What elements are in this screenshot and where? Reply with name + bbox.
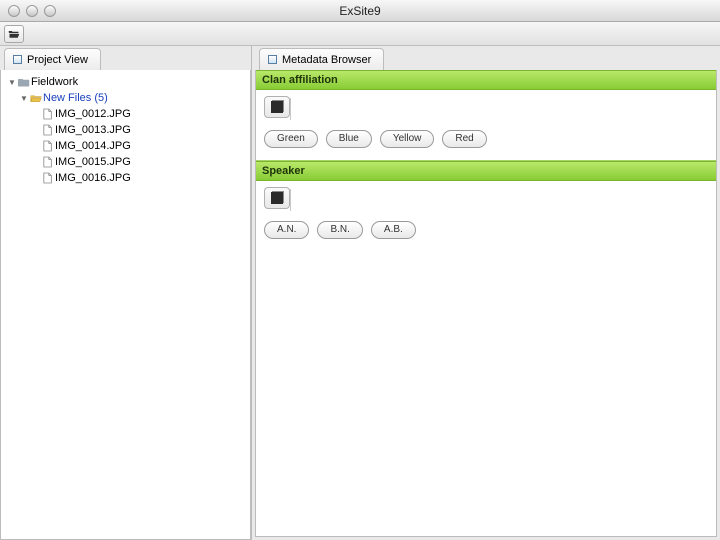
- window-title: ExSite9: [0, 4, 720, 18]
- metadata-section: Clan affiliation Green Blue Yellow Red: [256, 70, 716, 160]
- tree-label: IMG_0015.JPG: [55, 156, 131, 168]
- folder-open-icon: [8, 28, 20, 40]
- disclosure-triangle-icon[interactable]: ▼: [7, 78, 17, 87]
- metadata-browser-icon: [266, 54, 278, 66]
- left-tabbar: Project View: [0, 46, 251, 70]
- file-icon: [41, 156, 55, 168]
- open-project-button[interactable]: [4, 25, 24, 43]
- metadata-option-pill[interactable]: B.N.: [317, 221, 362, 239]
- folder-icon: [17, 77, 31, 87]
- metadata-option-pill[interactable]: Red: [442, 130, 486, 148]
- metadata-option-row: Green Blue Yellow Red: [264, 130, 708, 148]
- disclosure-triangle-icon[interactable]: ▼: [19, 94, 29, 103]
- tab-project-view[interactable]: Project View: [4, 48, 101, 70]
- right-tabbar: Metadata Browser: [255, 46, 717, 70]
- divider: [290, 98, 291, 120]
- window-controls: [0, 5, 56, 17]
- tree-row-file[interactable]: IMG_0015.JPG: [1, 154, 250, 170]
- close-window-button[interactable]: [8, 5, 20, 17]
- apply-metadata-button[interactable]: [264, 187, 290, 209]
- tree-label: IMG_0016.JPG: [55, 172, 131, 184]
- tab-metadata-browser[interactable]: Metadata Browser: [259, 48, 384, 70]
- metadata-option-pill[interactable]: A.N.: [264, 221, 309, 239]
- metadata-option-pill[interactable]: Blue: [326, 130, 372, 148]
- metadata-section: Speaker A.N. B.N. A.B.: [256, 161, 716, 251]
- minimize-window-button[interactable]: [26, 5, 38, 17]
- tree-row-file[interactable]: IMG_0014.JPG: [1, 138, 250, 154]
- apply-metadata-button[interactable]: [264, 96, 290, 118]
- tree-row-root[interactable]: ▼ Fieldwork: [1, 74, 250, 90]
- metadata-section-header[interactable]: Clan affiliation: [256, 70, 716, 90]
- metadata-option-pill[interactable]: Green: [264, 130, 318, 148]
- project-view-icon: [11, 54, 23, 66]
- divider: [290, 189, 291, 211]
- file-icon: [41, 124, 55, 136]
- file-icon: [41, 172, 55, 184]
- zoom-window-button[interactable]: [44, 5, 56, 17]
- stack-icon: [271, 192, 283, 204]
- tree-row-file[interactable]: IMG_0016.JPG: [1, 170, 250, 186]
- toolbar: [0, 22, 720, 46]
- right-pane: Metadata Browser Clan affiliation Green B…: [252, 46, 720, 540]
- tree-row-file[interactable]: IMG_0012.JPG: [1, 106, 250, 122]
- folder-open-icon: [29, 93, 43, 103]
- tree-label: New Files (5): [43, 92, 108, 104]
- tree-label: IMG_0013.JPG: [55, 124, 131, 136]
- titlebar: ExSite9: [0, 0, 720, 22]
- tree-label: IMG_0012.JPG: [55, 108, 131, 120]
- stack-icon: [271, 101, 283, 113]
- metadata-browser-pane: Clan affiliation Green Blue Yellow Red Spea…: [255, 70, 717, 537]
- project-tree[interactable]: ▼ Fieldwork ▼ New Files (5) IMG_00: [1, 70, 250, 190]
- metadata-option-row: A.N. B.N. A.B.: [264, 221, 708, 239]
- file-icon: [41, 140, 55, 152]
- tab-label: Metadata Browser: [282, 54, 371, 66]
- left-pane: Project View ▼ Fieldwork ▼ New Files (5: [0, 46, 252, 540]
- tree-label: Fieldwork: [31, 76, 78, 88]
- tree-row-folder[interactable]: ▼ New Files (5): [1, 90, 250, 106]
- tree-row-file[interactable]: IMG_0013.JPG: [1, 122, 250, 138]
- project-tree-pane: ▼ Fieldwork ▼ New Files (5) IMG_00: [0, 70, 251, 540]
- tree-label: IMG_0014.JPG: [55, 140, 131, 152]
- metadata-section-header[interactable]: Speaker: [256, 161, 716, 181]
- file-icon: [41, 108, 55, 120]
- metadata-option-pill[interactable]: A.B.: [371, 221, 416, 239]
- metadata-option-pill[interactable]: Yellow: [380, 130, 435, 148]
- tab-label: Project View: [27, 54, 88, 66]
